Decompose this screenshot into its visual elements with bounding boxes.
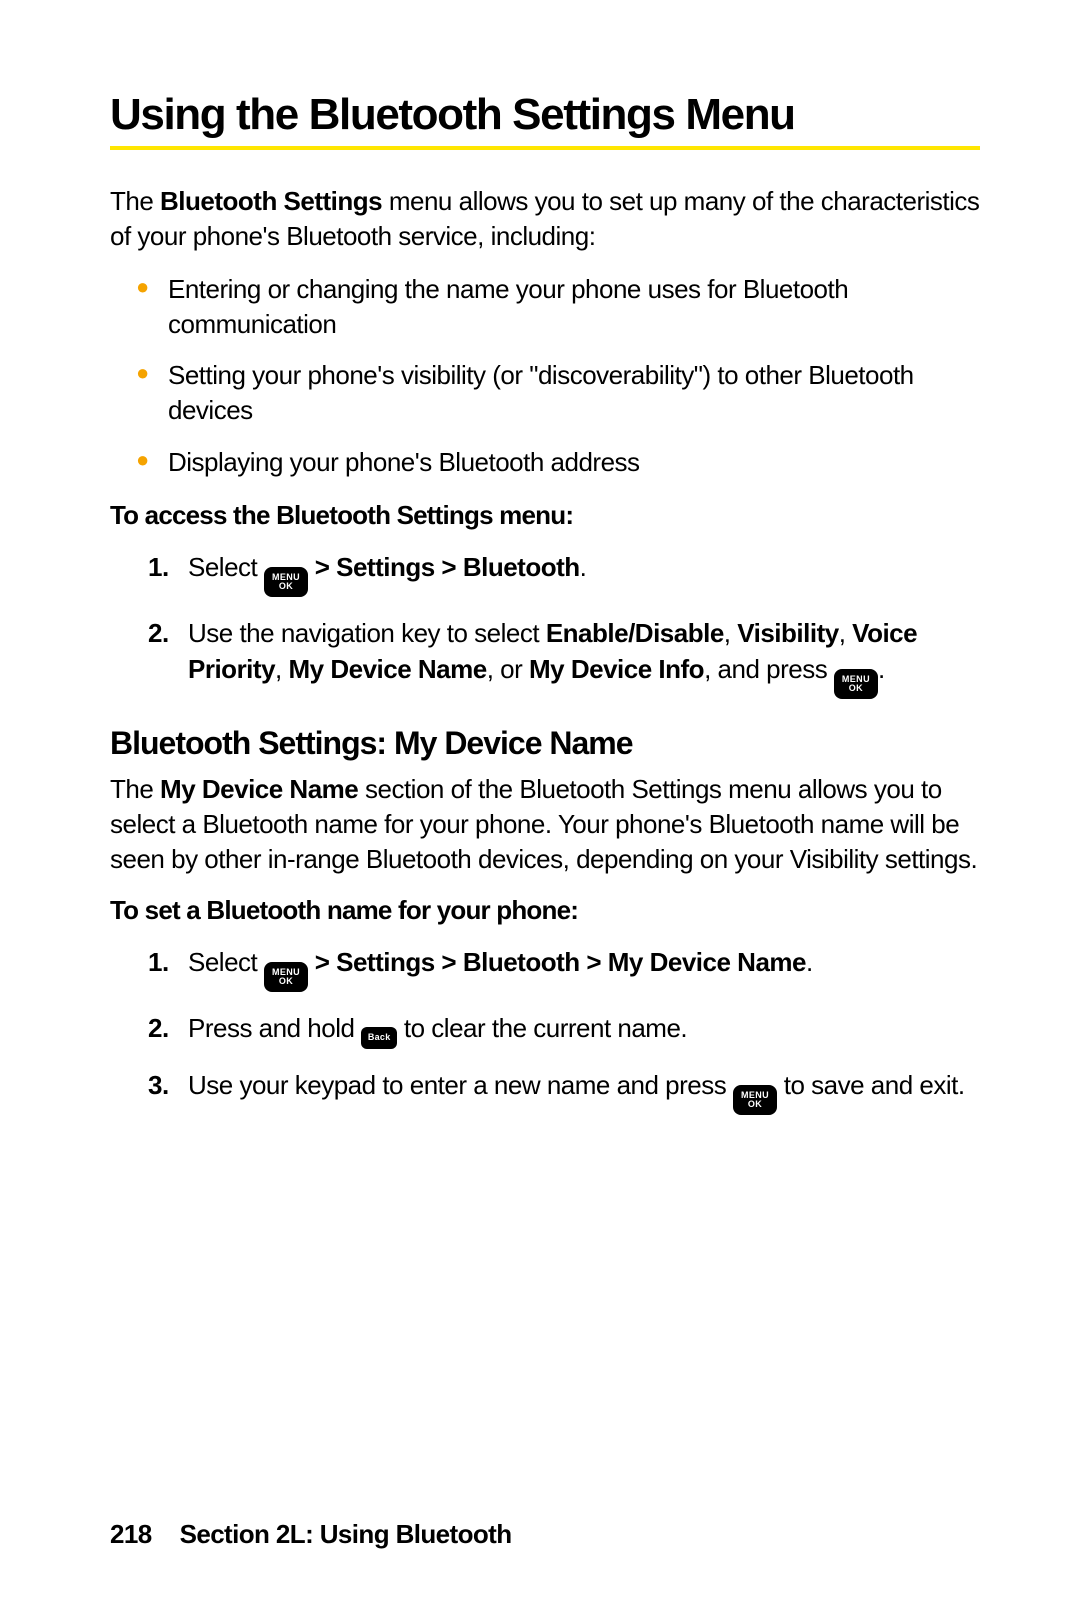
bullet-item: Displaying your phone's Bluetooth addres… xyxy=(168,445,980,480)
lead-set-name: To set a Bluetooth name for your phone: xyxy=(110,895,980,926)
step-item: Use the navigation key to select Enable/… xyxy=(188,615,980,699)
manual-page: Using the Bluetooth Settings Menu The Bl… xyxy=(0,0,1080,1620)
step-text: Select xyxy=(188,947,264,977)
step-text: Use the navigation key to select xyxy=(188,618,546,648)
intro-paragraph: The Bluetooth Settings menu allows you t… xyxy=(110,184,980,254)
step-text: . xyxy=(580,552,587,582)
section-label: Section 2L: Using Bluetooth xyxy=(180,1519,512,1549)
title-underline xyxy=(110,146,980,150)
bullet-item: Setting your phone's visibility (or "dis… xyxy=(168,358,980,428)
option-name: Visibility xyxy=(737,618,838,648)
step-item: Select MENUOK > Settings > Bluetooth. xyxy=(188,549,980,597)
option-name: My Device Info xyxy=(529,654,704,684)
step-text: . xyxy=(878,654,885,684)
menu-ok-key-icon: MENUOK xyxy=(733,1085,777,1115)
device-name-paragraph: The My Device Name section of the Blueto… xyxy=(110,772,980,877)
step-text: Select xyxy=(188,552,264,582)
lead-access-menu: To access the Bluetooth Settings menu: xyxy=(110,500,980,531)
page-title: Using the Bluetooth Settings Menu xyxy=(110,90,980,140)
page-number: 218 xyxy=(110,1519,152,1549)
menu-ok-key-icon: MENUOK xyxy=(264,962,308,992)
step-item: Press and hold Back to clear the current… xyxy=(188,1010,980,1048)
step-text: . xyxy=(806,947,813,977)
intro-pre: The xyxy=(110,186,160,216)
step-text: to save and exit. xyxy=(777,1070,965,1100)
step-item: Select MENUOK > Settings > Bluetooth > M… xyxy=(188,944,980,992)
option-name: My Device Name xyxy=(288,654,486,684)
menu-ok-key-icon: MENUOK xyxy=(264,567,308,597)
intro-bold: Bluetooth Settings xyxy=(160,186,382,216)
back-key-icon: Back xyxy=(361,1027,397,1049)
option-name: Enable/Disable xyxy=(546,618,724,648)
page-footer: 218 Section 2L: Using Bluetooth xyxy=(110,1519,512,1550)
bullet-item: Entering or changing the name your phone… xyxy=(168,272,980,342)
p2-bold: My Device Name xyxy=(160,774,358,804)
step-text: Press and hold xyxy=(188,1013,361,1043)
steps-set-name: Select MENUOK > Settings > Bluetooth > M… xyxy=(110,944,980,1114)
p2-pre: The xyxy=(110,774,160,804)
menu-ok-key-icon: MENUOK xyxy=(834,669,878,699)
nav-path: > Settings > Bluetooth xyxy=(308,552,580,582)
feature-bullets: Entering or changing the name your phone… xyxy=(110,272,980,479)
nav-path: > Settings > Bluetooth > My Device Name xyxy=(308,947,806,977)
subheading-device-name: Bluetooth Settings: My Device Name xyxy=(110,725,980,762)
steps-access-menu: Select MENUOK > Settings > Bluetooth. Us… xyxy=(110,549,980,699)
step-text: , and press xyxy=(704,654,834,684)
step-text: Use your keypad to enter a new name and … xyxy=(188,1070,733,1100)
step-text: to clear the current name. xyxy=(397,1013,687,1043)
step-item: Use your keypad to enter a new name and … xyxy=(188,1067,980,1115)
